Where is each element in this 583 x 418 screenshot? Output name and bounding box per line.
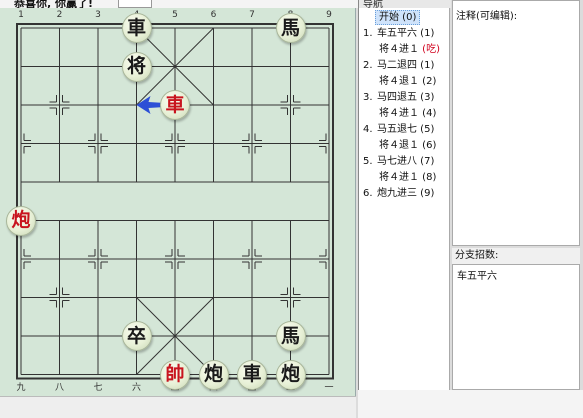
file-label-top: 1: [18, 10, 24, 20]
move-row[interactable]: 将４进１ (4): [359, 106, 436, 121]
move-text: 将４进１ (4): [379, 108, 437, 119]
board-bottom-bar: [0, 396, 356, 418]
piece-black[interactable]: 将: [121, 51, 152, 82]
branch-header: 分支招数:: [452, 248, 580, 264]
move-text: 将４退１ (6): [379, 140, 437, 151]
move-row[interactable]: 5. 马七进八 (7): [359, 154, 434, 169]
move-text: 马四退五 (3): [377, 92, 435, 103]
move-row[interactable]: 将４进１ (8): [359, 170, 436, 185]
file-label-bottom: 六: [131, 382, 141, 393]
file-label-top: 3: [95, 10, 101, 20]
move-number: 2.: [363, 60, 373, 71]
piece-black[interactable]: 馬: [275, 13, 306, 43]
file-label-top: 7: [249, 10, 255, 20]
chessboard[interactable]: 123456789九八七六五四三二一 車馬将車炮卒馬帥炮車炮: [0, 8, 356, 396]
move-text: 车五平六 (1): [377, 28, 435, 39]
move-row[interactable]: 3. 马四退五 (3): [359, 90, 434, 105]
navigation-title: 导航: [359, 0, 451, 8]
file-label-bottom: 八: [54, 382, 64, 393]
move-text: 炮九进三 (9): [377, 188, 435, 199]
file-label-top: 6: [210, 10, 217, 20]
move-text: 将４退１ (2): [379, 76, 437, 87]
move-number: 5.: [363, 156, 373, 167]
file-label-top: 5: [172, 10, 178, 20]
file-label-top: 9: [326, 10, 332, 20]
piece-black[interactable]: 卒: [121, 321, 152, 351]
move-row[interactable]: 将４退１ (6): [359, 138, 436, 153]
piece-black[interactable]: 車: [121, 13, 152, 43]
piece-red[interactable]: 帥: [160, 359, 190, 390]
status-text: 恭喜你, 你赢了!: [14, 0, 94, 8]
move-text: 开始 (0): [379, 12, 417, 23]
move-text: 马二退四 (1): [377, 60, 435, 71]
piece-black[interactable]: 炮: [198, 359, 229, 390]
piece-black[interactable]: 炮: [275, 359, 306, 390]
branch-list[interactable]: 车五平六: [452, 264, 580, 390]
file-label-bottom: 九: [16, 382, 26, 393]
move-row[interactable]: 4. 马五退七 (5): [359, 122, 434, 137]
move-row[interactable]: 将４退１ (2): [359, 74, 436, 89]
move-text: 马五退七 (5): [377, 124, 435, 135]
piece-red[interactable]: 車: [160, 90, 190, 120]
move-number: 1.: [363, 28, 373, 39]
move-row[interactable]: 1. 车五平六 (1): [359, 26, 434, 41]
move-number: 3.: [363, 92, 373, 103]
move-text: 马七进八 (7): [377, 156, 435, 167]
piece-black[interactable]: 馬: [275, 321, 306, 351]
notes-label: 注释(可编辑):: [456, 11, 518, 22]
move-row[interactable]: 将４进１ (吃): [359, 42, 440, 57]
move-text: 将４进１: [379, 44, 419, 55]
right-bottom-bar: [358, 390, 583, 418]
notes-panel[interactable]: 注释(可编辑):: [452, 0, 580, 246]
app-window: 恭喜你, 你赢了! 123456789九八七六五四三二一 車馬将車炮卒馬帥炮車炮…: [0, 0, 583, 418]
file-label-bottom: 一: [324, 382, 334, 393]
move-row[interactable]: 开始 (0): [375, 10, 421, 25]
move-row[interactable]: 6. 炮九进三 (9): [359, 186, 434, 201]
piece-red[interactable]: 炮: [6, 205, 36, 236]
board-tab[interactable]: [118, 0, 152, 8]
move-row[interactable]: 2. 马二退四 (1): [359, 58, 434, 73]
navigation-panel: 导航 开始 (0) 1. 车五平六 (1) 将４进１ (吃) 2. 马二退四 (1) 将４退…: [358, 0, 451, 390]
piece-black[interactable]: 車: [237, 359, 267, 390]
branch-item[interactable]: 车五平六: [457, 267, 497, 282]
file-label-bottom: 七: [93, 382, 103, 393]
move-number: 4.: [363, 124, 373, 135]
capture-mark: (吃): [419, 44, 440, 55]
status-strip: 恭喜你, 你赢了!: [0, 0, 358, 8]
move-text: 将４进１ (8): [379, 172, 437, 183]
file-label-top: 2: [56, 10, 63, 20]
move-number: 6.: [363, 188, 373, 199]
